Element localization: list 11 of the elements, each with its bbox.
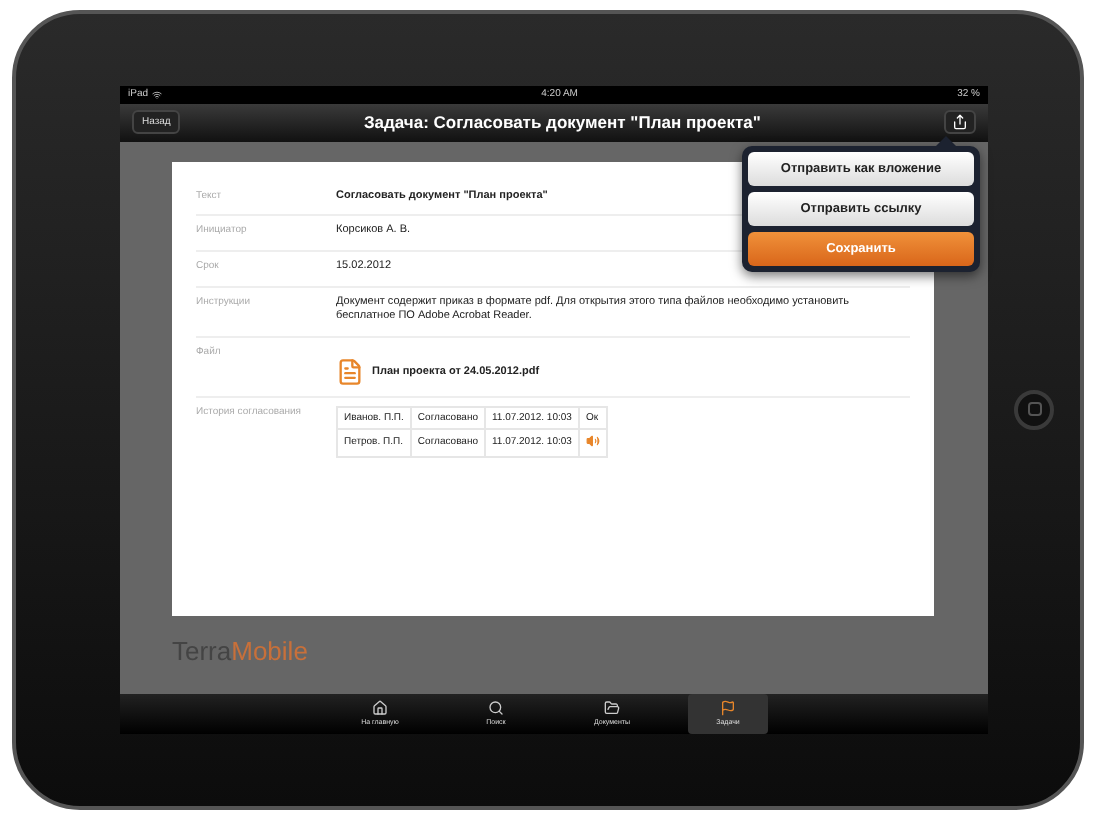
speaker-icon[interactable] (585, 433, 600, 448)
home-icon (372, 700, 388, 716)
share-button[interactable] (944, 110, 976, 134)
document-icon (336, 357, 364, 386)
search-icon (488, 700, 504, 716)
home-button[interactable] (1014, 389, 1054, 429)
flag-icon (720, 700, 736, 716)
share-icon (952, 114, 968, 130)
folder-icon (604, 700, 620, 716)
page-title: Задача: Согласовать документ "План проекта" (361, 112, 763, 132)
wifi-icon (152, 89, 163, 99)
